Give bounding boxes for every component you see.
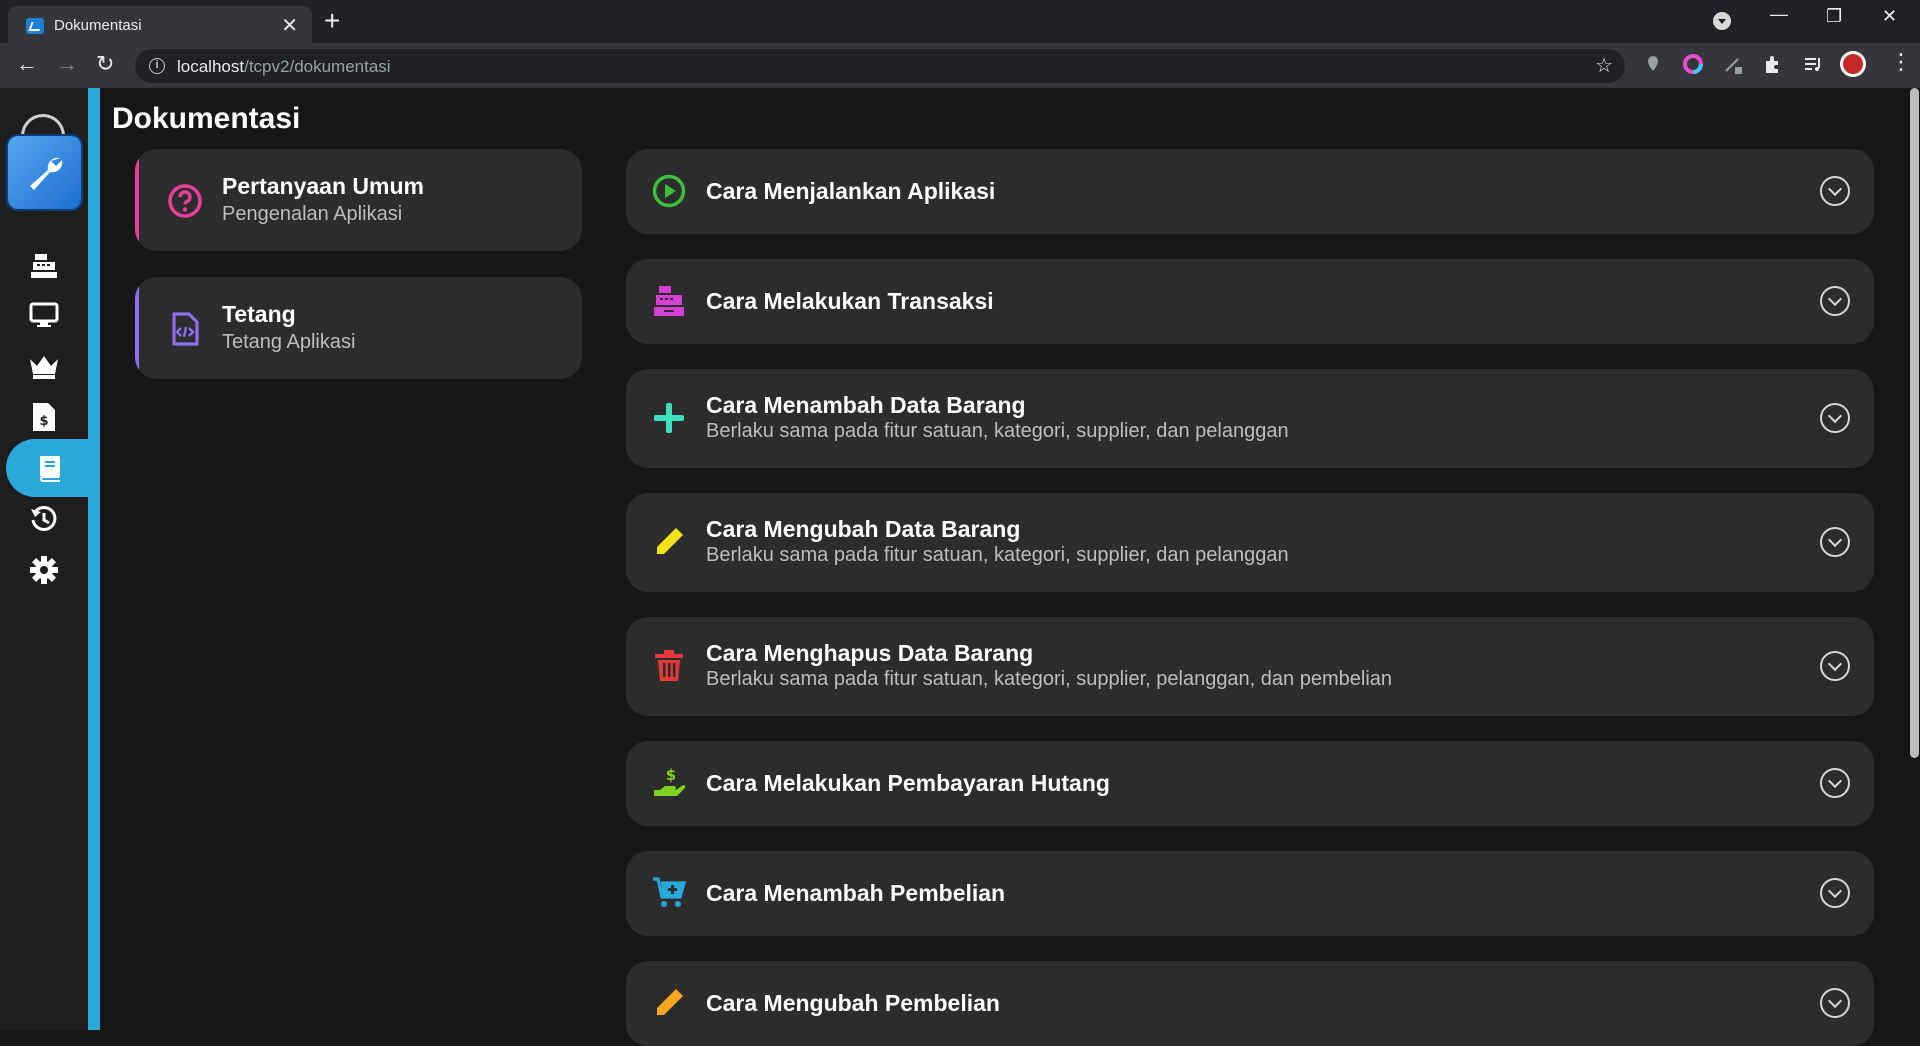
page-title: Dokumentasi — [112, 102, 301, 135]
svg-text:$: $ — [39, 414, 48, 429]
crown-icon — [30, 356, 58, 379]
menu-kebab-icon[interactable]: ⋮ — [1890, 49, 1912, 75]
doc-item-debt-payment[interactable]: $ Cara Melakukan Pembayaran Hutang — [626, 741, 1874, 826]
doc-item-subtitle: Berlaku sama pada fitur satuan, kategori… — [706, 420, 1289, 442]
hand-holding-dollar-icon: $ — [654, 766, 686, 796]
doc-item-delete-item[interactable]: Cara Menghapus Data Barang Berlaku sama … — [626, 617, 1874, 716]
tab-title: Dokumentasi — [54, 17, 142, 34]
doc-item-add-purchase[interactable]: Cara Menambah Pembelian — [626, 851, 1874, 936]
doc-item-title: Cara Menambah Data Barang — [706, 392, 1026, 418]
gear-icon — [30, 556, 58, 584]
location-pin-icon[interactable] — [1642, 53, 1664, 75]
doc-item-subtitle: Berlaku sama pada fitur satuan, kategori… — [706, 668, 1393, 690]
doc-item-title: Cara Menambah Pembelian — [706, 880, 1006, 906]
doc-item-edit-purchase[interactable]: Cara Mengubah Pembelian — [626, 961, 1874, 1046]
chevron-down-icon[interactable] — [1820, 286, 1850, 316]
sidebar-item-settings[interactable] — [0, 541, 88, 599]
pencil-icon — [657, 528, 683, 554]
doc-item-title: Cara Mengubah Data Barang — [706, 516, 1021, 542]
reload-icon[interactable]: ↻ — [96, 51, 114, 77]
sidebar: $ — [0, 88, 100, 1030]
history-icon — [31, 505, 57, 531]
category-accent-bar — [135, 149, 139, 251]
wrench-icon — [30, 157, 63, 190]
doc-item-edit-item[interactable]: Cara Mengubah Data Barang Berlaku sama p… — [626, 493, 1874, 592]
chevron-down-icon[interactable] — [1820, 651, 1850, 681]
trash-icon — [655, 650, 683, 681]
sidebar-item-dashboard[interactable] — [0, 286, 88, 344]
minimize-icon[interactable]: — — [1770, 4, 1788, 25]
chevron-down-icon[interactable] — [1820, 988, 1850, 1018]
new-tab-icon[interactable]: + — [324, 5, 340, 37]
sidebar-item-premium[interactable] — [0, 337, 88, 395]
chevron-down-icon[interactable] — [1820, 527, 1850, 557]
category-card-faq[interactable]: Pertanyaan Umum Pengenalan Aplikasi — [135, 149, 582, 251]
svg-text:$: $ — [666, 766, 676, 784]
category-subtitle: Pengenalan Aplikasi — [222, 203, 403, 225]
doc-item-title: Cara Melakukan Transaksi — [706, 288, 994, 314]
chevron-down-icon[interactable] — [1820, 878, 1850, 908]
url-text[interactable]: localhost/tcpv2/dokumentasi — [177, 57, 391, 77]
question-circle-icon — [168, 184, 202, 218]
app-logo[interactable] — [8, 136, 81, 209]
close-tab-icon[interactable]: ✕ — [281, 13, 298, 38]
chevron-down-icon[interactable] — [1820, 176, 1850, 206]
color-picker-extension-icon[interactable] — [1682, 53, 1704, 75]
bookmark-star-icon[interactable]: ☆ — [1595, 53, 1613, 78]
invoice-dollar-icon: $ — [33, 403, 55, 431]
restore-icon[interactable]: ❐ — [1826, 6, 1842, 27]
browser-tab[interactable]: Dokumentasi ✕ — [8, 6, 312, 43]
doc-item-subtitle: Berlaku sama pada fitur satuan, kategori… — [706, 544, 1289, 566]
plus-icon — [654, 403, 684, 433]
doc-item-title: Cara Melakukan Pembayaran Hutang — [706, 770, 1110, 796]
chevron-down-icon[interactable] — [1820, 768, 1850, 798]
doc-item-run-app[interactable]: Cara Menjalankan Aplikasi — [626, 149, 1874, 234]
category-card-about[interactable]: Tetang Tetang Aplikasi — [135, 277, 582, 379]
tab-search-icon[interactable] — [1713, 12, 1731, 30]
play-circle-icon — [652, 174, 686, 208]
cash-register-icon — [654, 286, 684, 316]
pencil-icon — [657, 989, 683, 1015]
extensions-puzzle-icon[interactable] — [1762, 53, 1784, 75]
chevron-down-icon[interactable] — [1820, 403, 1850, 433]
sidebar-item-documentation[interactable] — [6, 419, 100, 517]
browser-tabbar: Dokumentasi ✕ + — ❐ ✕ — [0, 0, 1920, 43]
doc-item-title: Cara Menghapus Data Barang — [706, 640, 1034, 666]
book-icon — [40, 456, 60, 482]
media-queue-icon[interactable] — [1802, 53, 1824, 75]
main-content: Dokumentasi Pertanyaan Umum Pengenalan A… — [100, 88, 1908, 1046]
monitor-icon — [29, 302, 59, 327]
doc-item-title: Cara Menjalankan Aplikasi — [706, 178, 996, 204]
category-subtitle: Tetang Aplikasi — [222, 331, 356, 353]
profile-avatar[interactable] — [1840, 51, 1866, 77]
doc-item-transaction[interactable]: Cara Melakukan Transaksi — [626, 259, 1874, 344]
cart-plus-icon — [653, 877, 686, 907]
page-scrollbar[interactable] — [1908, 88, 1920, 1030]
file-code-icon — [172, 312, 199, 346]
scrollbar-thumb[interactable] — [1910, 88, 1919, 758]
address-bar[interactable]: i localhost/tcpv2/dokumentasi ☆ — [135, 49, 1625, 83]
pen-extension-icon[interactable] — [1722, 53, 1744, 75]
app-root: $ Dokumentasi Pertanyaan Umum Pengenalan… — [0, 88, 1920, 1046]
app-favicon-icon — [26, 18, 44, 34]
category-title: Pertanyaan Umum — [222, 173, 424, 199]
back-icon[interactable]: ← — [16, 51, 38, 77]
forward-icon[interactable]: → — [56, 51, 78, 77]
browser-toolbar: ← → ↻ i localhost/tcpv2/dokumentasi ☆ ⋮ — [0, 43, 1920, 88]
category-title: Tetang — [222, 301, 296, 327]
sidebar-item-history[interactable] — [0, 490, 88, 548]
doc-item-add-item[interactable]: Cara Menambah Data Barang Berlaku sama p… — [626, 369, 1874, 468]
window-close-icon[interactable]: ✕ — [1882, 6, 1897, 27]
cash-register-icon — [31, 254, 57, 278]
site-info-icon[interactable]: i — [149, 58, 165, 74]
doc-item-title: Cara Mengubah Pembelian — [706, 990, 1000, 1016]
category-accent-bar — [135, 277, 139, 379]
